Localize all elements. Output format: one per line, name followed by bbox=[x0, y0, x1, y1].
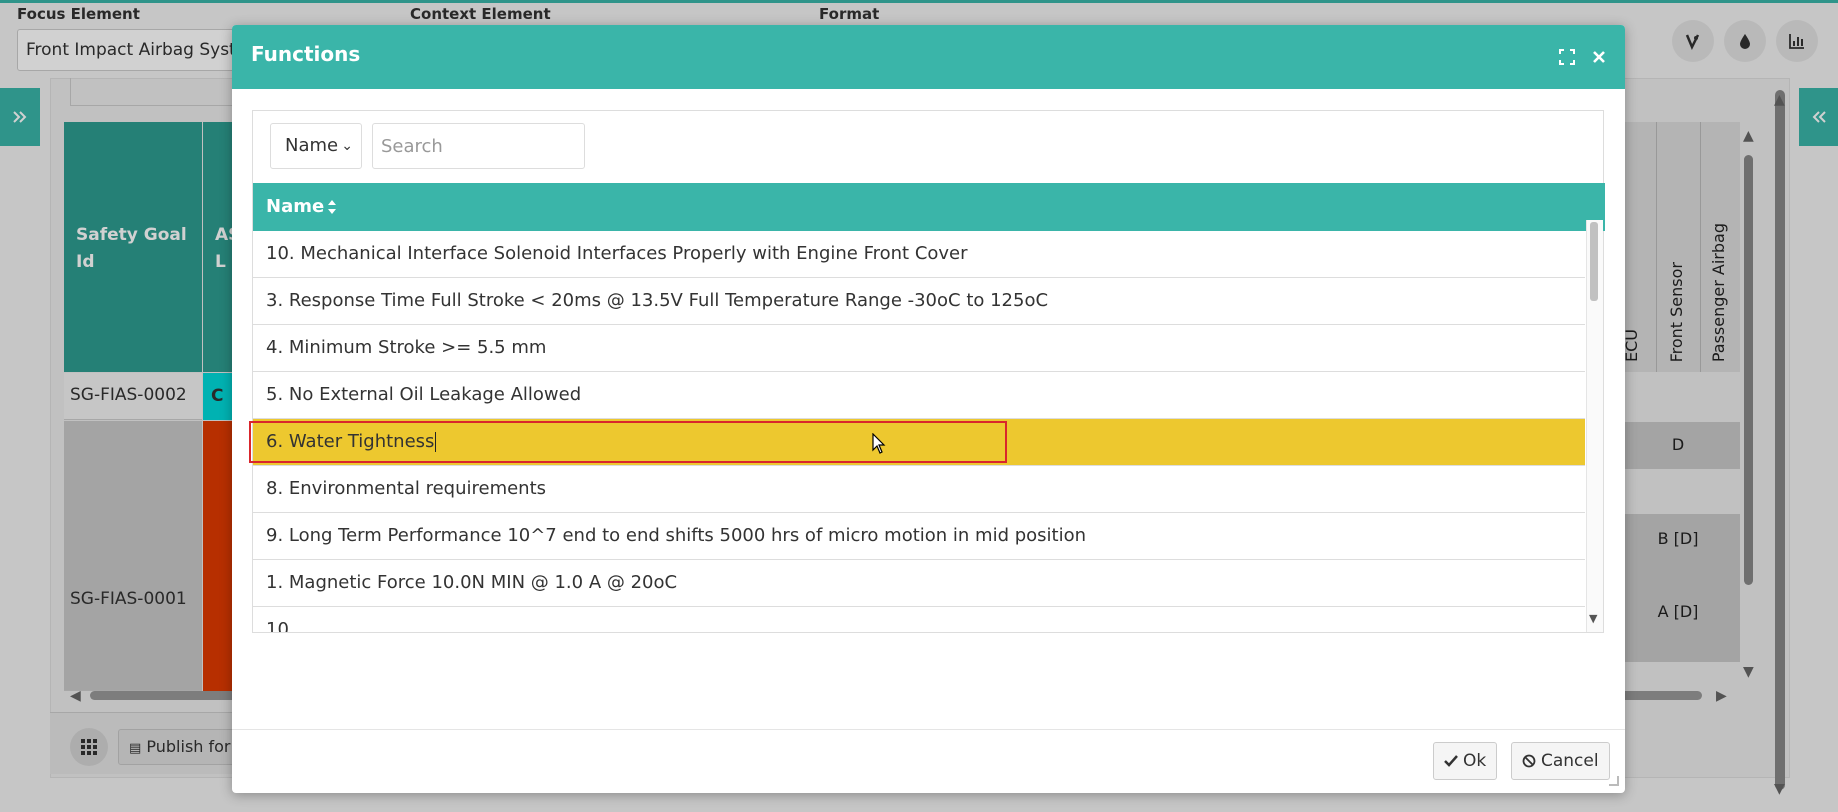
mouse-cursor-icon bbox=[872, 433, 886, 454]
list-item[interactable]: 9. Long Term Performance 10^7 end to end… bbox=[253, 513, 1585, 560]
dialog-header: Functions bbox=[232, 25, 1625, 89]
ban-icon bbox=[1522, 754, 1536, 768]
cancel-button[interactable]: Cancel bbox=[1511, 742, 1610, 780]
ok-button[interactable]: Ok bbox=[1433, 742, 1498, 780]
list-scroll-down-arrow[interactable]: ▼ bbox=[1589, 612, 1597, 625]
check-icon bbox=[1444, 755, 1458, 767]
list-scrollbar-thumb[interactable] bbox=[1590, 222, 1598, 301]
list-item[interactable]: 10. Mechanical Interface Solenoid Interf… bbox=[253, 231, 1585, 278]
resize-handle-icon[interactable] bbox=[1609, 776, 1619, 786]
filter-field-select[interactable]: Name ⌄ bbox=[270, 123, 362, 169]
dialog-title: Functions bbox=[251, 42, 361, 66]
list-item[interactable]: 3. Response Time Full Stroke < 20ms @ 13… bbox=[253, 278, 1585, 325]
list-item[interactable]: 8. Environmental requirements bbox=[253, 466, 1585, 513]
list-item[interactable]: 10 bbox=[253, 607, 1585, 632]
maximize-icon[interactable] bbox=[1555, 45, 1579, 69]
dialog-footer-divider bbox=[232, 729, 1625, 730]
name-column-header[interactable]: Name bbox=[253, 183, 1605, 231]
close-icon[interactable] bbox=[1587, 45, 1611, 69]
search-input[interactable] bbox=[372, 123, 585, 169]
sort-icon[interactable] bbox=[326, 198, 338, 216]
inline-edit-field[interactable] bbox=[249, 421, 1007, 463]
list-item[interactable]: 4. Minimum Stroke >= 5.5 mm bbox=[253, 325, 1585, 372]
list-item[interactable]: 1. Magnetic Force 10.0N MIN @ 1.0 A @ 20… bbox=[253, 560, 1585, 607]
list-item[interactable]: 5. No External Oil Leakage Allowed bbox=[253, 372, 1585, 419]
chevron-down-icon: ⌄ bbox=[341, 138, 353, 154]
